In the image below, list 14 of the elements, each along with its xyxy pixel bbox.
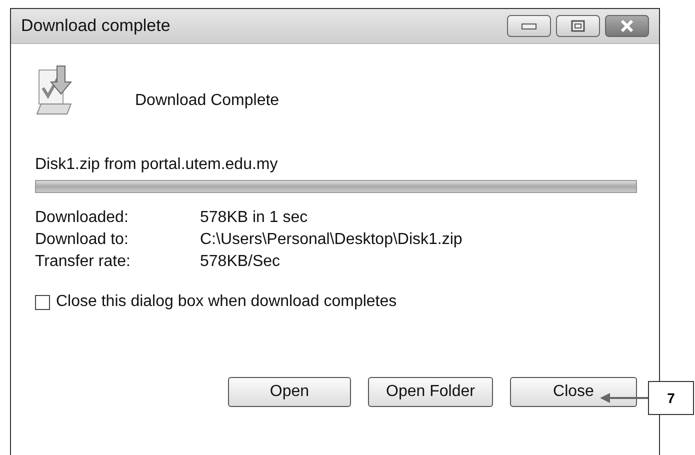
status-heading: Download Complete — [135, 92, 280, 110]
window-title: Download complete — [21, 16, 170, 36]
checkbox-label: Close this dialog box when download completes — [56, 293, 397, 311]
detail-value: 578KB in 1 sec — [200, 209, 308, 227]
open-button[interactable]: Open — [228, 377, 351, 407]
detail-value: 578KB/Sec — [200, 253, 280, 271]
detail-label: Downloaded: — [35, 209, 128, 227]
source-text: Disk1.zip from portal.utem.edu.my — [35, 156, 279, 174]
close-button[interactable]: Close — [510, 377, 637, 407]
callout-number: 7 — [648, 381, 694, 415]
open-folder-button[interactable]: Open Folder — [368, 377, 493, 407]
detail-label: Download to: — [35, 231, 128, 249]
detail-label: Transfer rate: — [35, 253, 130, 271]
detail-value: C:\Users\Personal\Desktop\Disk1.zip — [200, 231, 462, 249]
